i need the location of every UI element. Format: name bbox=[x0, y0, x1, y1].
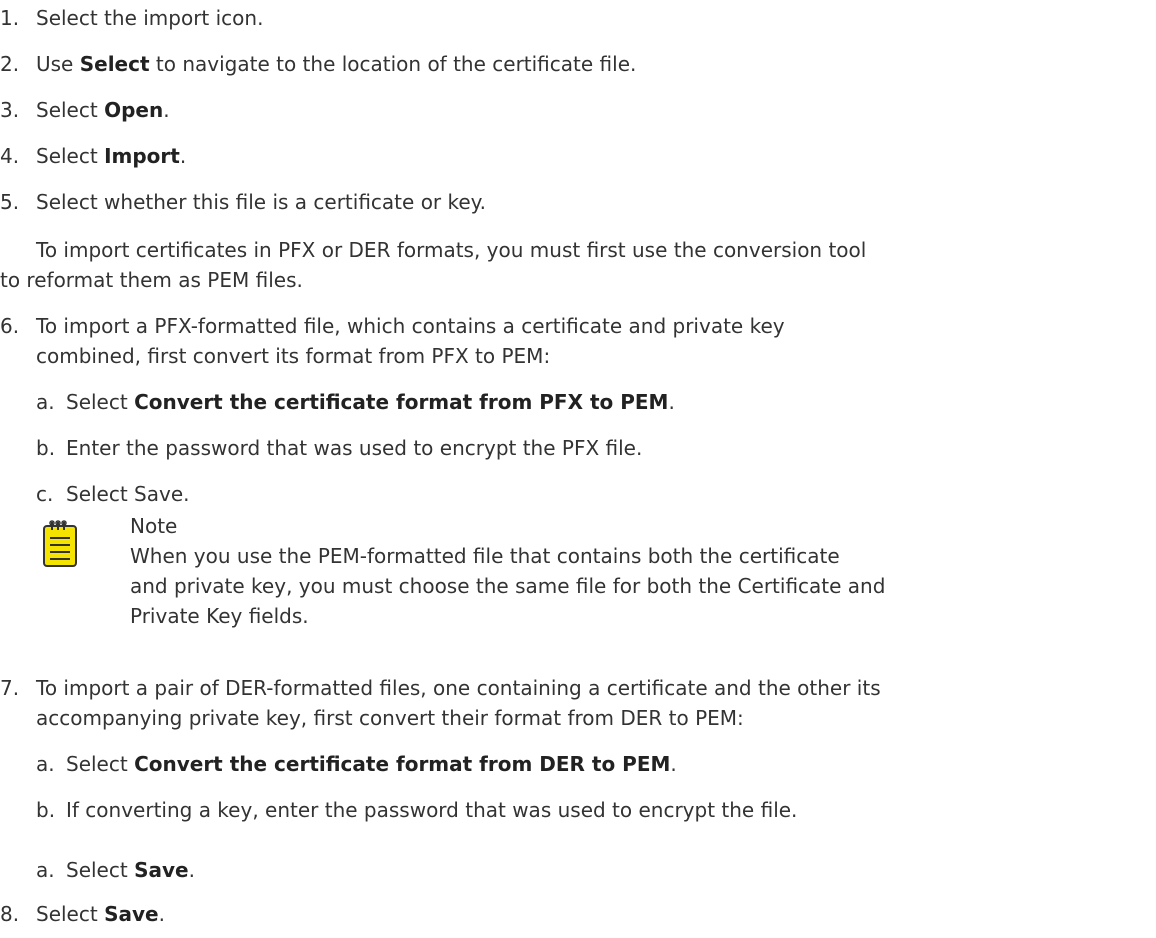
step-text: Select the import icon. bbox=[36, 6, 264, 30]
substep-letter: b. bbox=[36, 436, 56, 460]
substep-text: Select bbox=[66, 390, 135, 414]
step-text: Select bbox=[36, 144, 105, 168]
note-body-line: When you use the PEM-formatted file that… bbox=[130, 544, 840, 568]
note-body-line: Private Key fields. bbox=[130, 604, 309, 628]
note-icon bbox=[43, 520, 77, 567]
step-text: . bbox=[158, 902, 165, 926]
substep-text: . bbox=[188, 858, 195, 882]
step-text: accompanying private key, first convert … bbox=[36, 706, 744, 730]
step-text: Select bbox=[36, 98, 105, 122]
substep-text: Enter the password that was used to encr… bbox=[66, 436, 643, 460]
substep-text: . bbox=[668, 390, 675, 414]
step-number: 1. bbox=[0, 6, 20, 30]
ui-term: Convert the certificate format from DER … bbox=[134, 752, 671, 776]
step-number: 3. bbox=[0, 98, 20, 122]
step-text: Select whether this file is a certificat… bbox=[36, 190, 487, 214]
substep-text: Select Save. bbox=[66, 482, 190, 506]
step-text: Use bbox=[36, 52, 80, 76]
step-number: 4. bbox=[0, 144, 20, 168]
step-text: . bbox=[179, 144, 187, 168]
ui-term: Convert the certificate format from PFX … bbox=[134, 390, 669, 414]
ui-term: Import bbox=[104, 144, 180, 168]
step-number: 7. bbox=[0, 676, 20, 700]
step-text: Select bbox=[36, 902, 105, 926]
substep-text: If converting a key, enter the password … bbox=[66, 798, 798, 822]
substep-letter: c. bbox=[36, 482, 54, 506]
ui-term: Select bbox=[79, 52, 150, 76]
note-title: Note bbox=[130, 514, 178, 538]
step-number: 6. bbox=[0, 314, 20, 338]
step-number: 5. bbox=[0, 190, 20, 214]
substep-letter: a. bbox=[36, 390, 55, 414]
ui-term: Save bbox=[104, 902, 159, 926]
substep-letter: b. bbox=[36, 798, 56, 822]
substep-text: Select bbox=[66, 752, 135, 776]
note-body-line: and private key, you must choose the sam… bbox=[130, 574, 886, 598]
substep-letter: a. bbox=[36, 752, 55, 776]
substep-text: Select bbox=[66, 858, 135, 882]
step-5-paragraph-line: to reformat them as PEM files. bbox=[0, 268, 303, 292]
step-number: 8. bbox=[0, 902, 20, 926]
ui-term: Open bbox=[104, 98, 164, 122]
substep-text: . bbox=[670, 752, 677, 776]
step-text: To import a pair of DER-formatted files,… bbox=[36, 676, 881, 700]
substep-letter: a. bbox=[36, 858, 55, 882]
step-text: . bbox=[163, 98, 170, 122]
ui-term: Save bbox=[134, 858, 189, 882]
step-text: To import a PFX-formatted file, which co… bbox=[36, 314, 785, 338]
step-text: to navigate to the location of the certi… bbox=[149, 52, 637, 76]
step-number: 2. bbox=[0, 52, 20, 76]
step-5-paragraph-line: To import certificates in PFX or DER for… bbox=[36, 238, 867, 262]
step-text: combined, first convert its format from … bbox=[36, 344, 551, 368]
